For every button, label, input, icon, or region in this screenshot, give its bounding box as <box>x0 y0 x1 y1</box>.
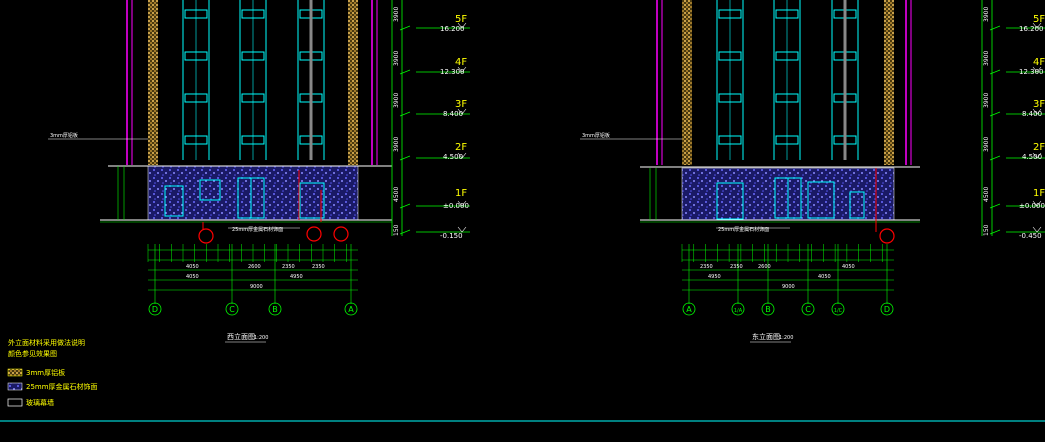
left-dim-tick <box>399 203 411 209</box>
left-dim-tick <box>399 155 411 161</box>
right-callout-aluminum: 3mm厚铝板 <box>582 132 610 139</box>
right-storey-dim-3: 3900 <box>983 93 990 108</box>
right-title-scale: 1:200 <box>779 335 793 341</box>
right-floor-label-5f: 5F <box>1033 14 1045 25</box>
right-axis-label: A <box>686 305 692 314</box>
left-bottom-elev: -0.150 <box>440 232 463 240</box>
right-axis-label: 1/A <box>734 308 743 314</box>
legend-heading-2: 颜色参见效果图 <box>8 349 57 358</box>
right-floor-elev-3f: 8.400 <box>1022 110 1042 118</box>
east-elevation-drawing <box>580 0 1045 316</box>
left-title: 西立面图 <box>227 332 255 341</box>
right-dim-tick <box>989 229 1001 235</box>
right-axis-label: D <box>884 305 890 314</box>
right-dim-tick <box>989 25 1001 31</box>
left-dim2-3: 2350 <box>282 264 295 270</box>
right-dim-tick <box>989 203 1001 209</box>
left-dim2-4: 2350 <box>312 264 325 270</box>
right-storey-dim-1: 3900 <box>983 7 990 22</box>
left-storey-dim-4: 3900 <box>393 137 400 152</box>
left-axis-label: A <box>348 305 354 314</box>
left-floor-label-4f: 4F <box>455 57 467 68</box>
left-floor-elev-1f: ±0.000 <box>443 202 469 210</box>
legend-swatch-aluminum <box>7 368 23 377</box>
right-callout-stone: 25mm厚金属石材饰面 <box>718 226 769 233</box>
left-dim-total: 9000 <box>250 284 263 290</box>
left-floor-elev-2f: 4.500 <box>443 153 463 161</box>
left-floor-label-5f: 5F <box>455 14 467 25</box>
left-floor-label-1f: 1F <box>455 188 467 199</box>
left-floor-elev-5f: 16.200 <box>440 25 465 33</box>
left-storey-dim-1: 3900 <box>393 7 400 22</box>
left-dim-tick <box>399 229 411 235</box>
left-floor-label-2f: 2F <box>455 142 467 153</box>
right-dim3-1: 4950 <box>708 274 721 280</box>
right-axis-label: 1/C <box>834 308 843 314</box>
right-storey-dim-2: 3900 <box>983 51 990 66</box>
right-axis-label: C <box>805 305 811 314</box>
right-dim-tick <box>989 155 1001 161</box>
left-dim2-1: 4050 <box>186 264 199 270</box>
right-floor-elev-2f: 4.500 <box>1022 153 1042 161</box>
legend-swatch-stone <box>7 382 23 391</box>
right-dim-tick <box>989 69 1001 75</box>
right-title: 东立面图 <box>752 332 780 341</box>
material-legend <box>7 368 23 407</box>
right-dim-tick <box>989 111 1001 117</box>
right-dim-total: 9000 <box>782 284 795 290</box>
left-axis-label: D <box>152 305 158 314</box>
right-dim2-4: 4050 <box>842 264 855 270</box>
right-bottom-elev: -0.450 <box>1019 232 1042 240</box>
right-floor-elev-1f: ±0.000 <box>1019 202 1045 210</box>
right-dim2-2: 2350 <box>730 264 743 270</box>
right-floor-elev-4f: 12.300 <box>1019 68 1044 76</box>
right-floor-elev-5f: 16.200 <box>1019 25 1044 33</box>
legend-item-aluminum: 3mm厚铝板 <box>26 368 65 377</box>
right-axis-label: B <box>765 305 771 314</box>
left-callout-aluminum: 3mm厚铝板 <box>50 132 78 139</box>
left-floor-label-3f: 3F <box>455 99 467 110</box>
left-floor-elev-3f: 8.400 <box>443 110 463 118</box>
legend-heading-1: 外立面材料采用做法说明 <box>8 338 85 347</box>
left-dim3-2: 4950 <box>290 274 303 280</box>
cad-drawing-canvas: 5F 16.200 4F 12.300 3F 8.400 2F 4.500 1F… <box>0 0 1045 422</box>
right-dim2-3: 2600 <box>758 264 771 270</box>
left-storey-dim-3: 3900 <box>393 93 400 108</box>
right-dim2-1: 2350 <box>700 264 713 270</box>
left-storey-dim-2: 3900 <box>393 51 400 66</box>
left-title-scale: 1:200 <box>254 335 268 341</box>
left-dim-tick <box>399 69 411 75</box>
right-window-column <box>773 0 801 160</box>
left-callout-stone: 25mm厚金属石材饰面 <box>232 226 283 233</box>
left-floor-elev-4f: 12.300 <box>440 68 465 76</box>
left-window-column <box>239 0 267 160</box>
left-dim-tick <box>399 25 411 31</box>
left-axis-label: C <box>229 305 235 314</box>
left-window-column <box>182 0 210 160</box>
left-dim-tick <box>399 111 411 117</box>
legend-item-stone: 25mm厚金属石材饰面 <box>26 382 98 391</box>
right-floor-label-3f: 3F <box>1033 99 1045 110</box>
right-floor-label-2f: 2F <box>1033 142 1045 153</box>
left-storey-dim-5: 4500 <box>393 187 400 202</box>
right-dim3-2: 4050 <box>818 274 831 280</box>
legend-item-glass: 玻璃幕墙 <box>26 398 54 407</box>
left-base-dim: 150 <box>393 224 400 236</box>
right-base-dim: 150 <box>983 224 990 236</box>
legend-swatch-glass <box>7 398 23 407</box>
right-window-column <box>716 0 744 160</box>
right-floor-label-1f: 1F <box>1033 188 1045 199</box>
right-storey-dim-5: 4500 <box>983 187 990 202</box>
right-floor-label-4f: 4F <box>1033 57 1045 68</box>
left-dim2-2: 2600 <box>248 264 261 270</box>
left-dim3-1: 4050 <box>186 274 199 280</box>
left-axis-label: B <box>272 305 278 314</box>
right-storey-dim-4: 3900 <box>983 137 990 152</box>
